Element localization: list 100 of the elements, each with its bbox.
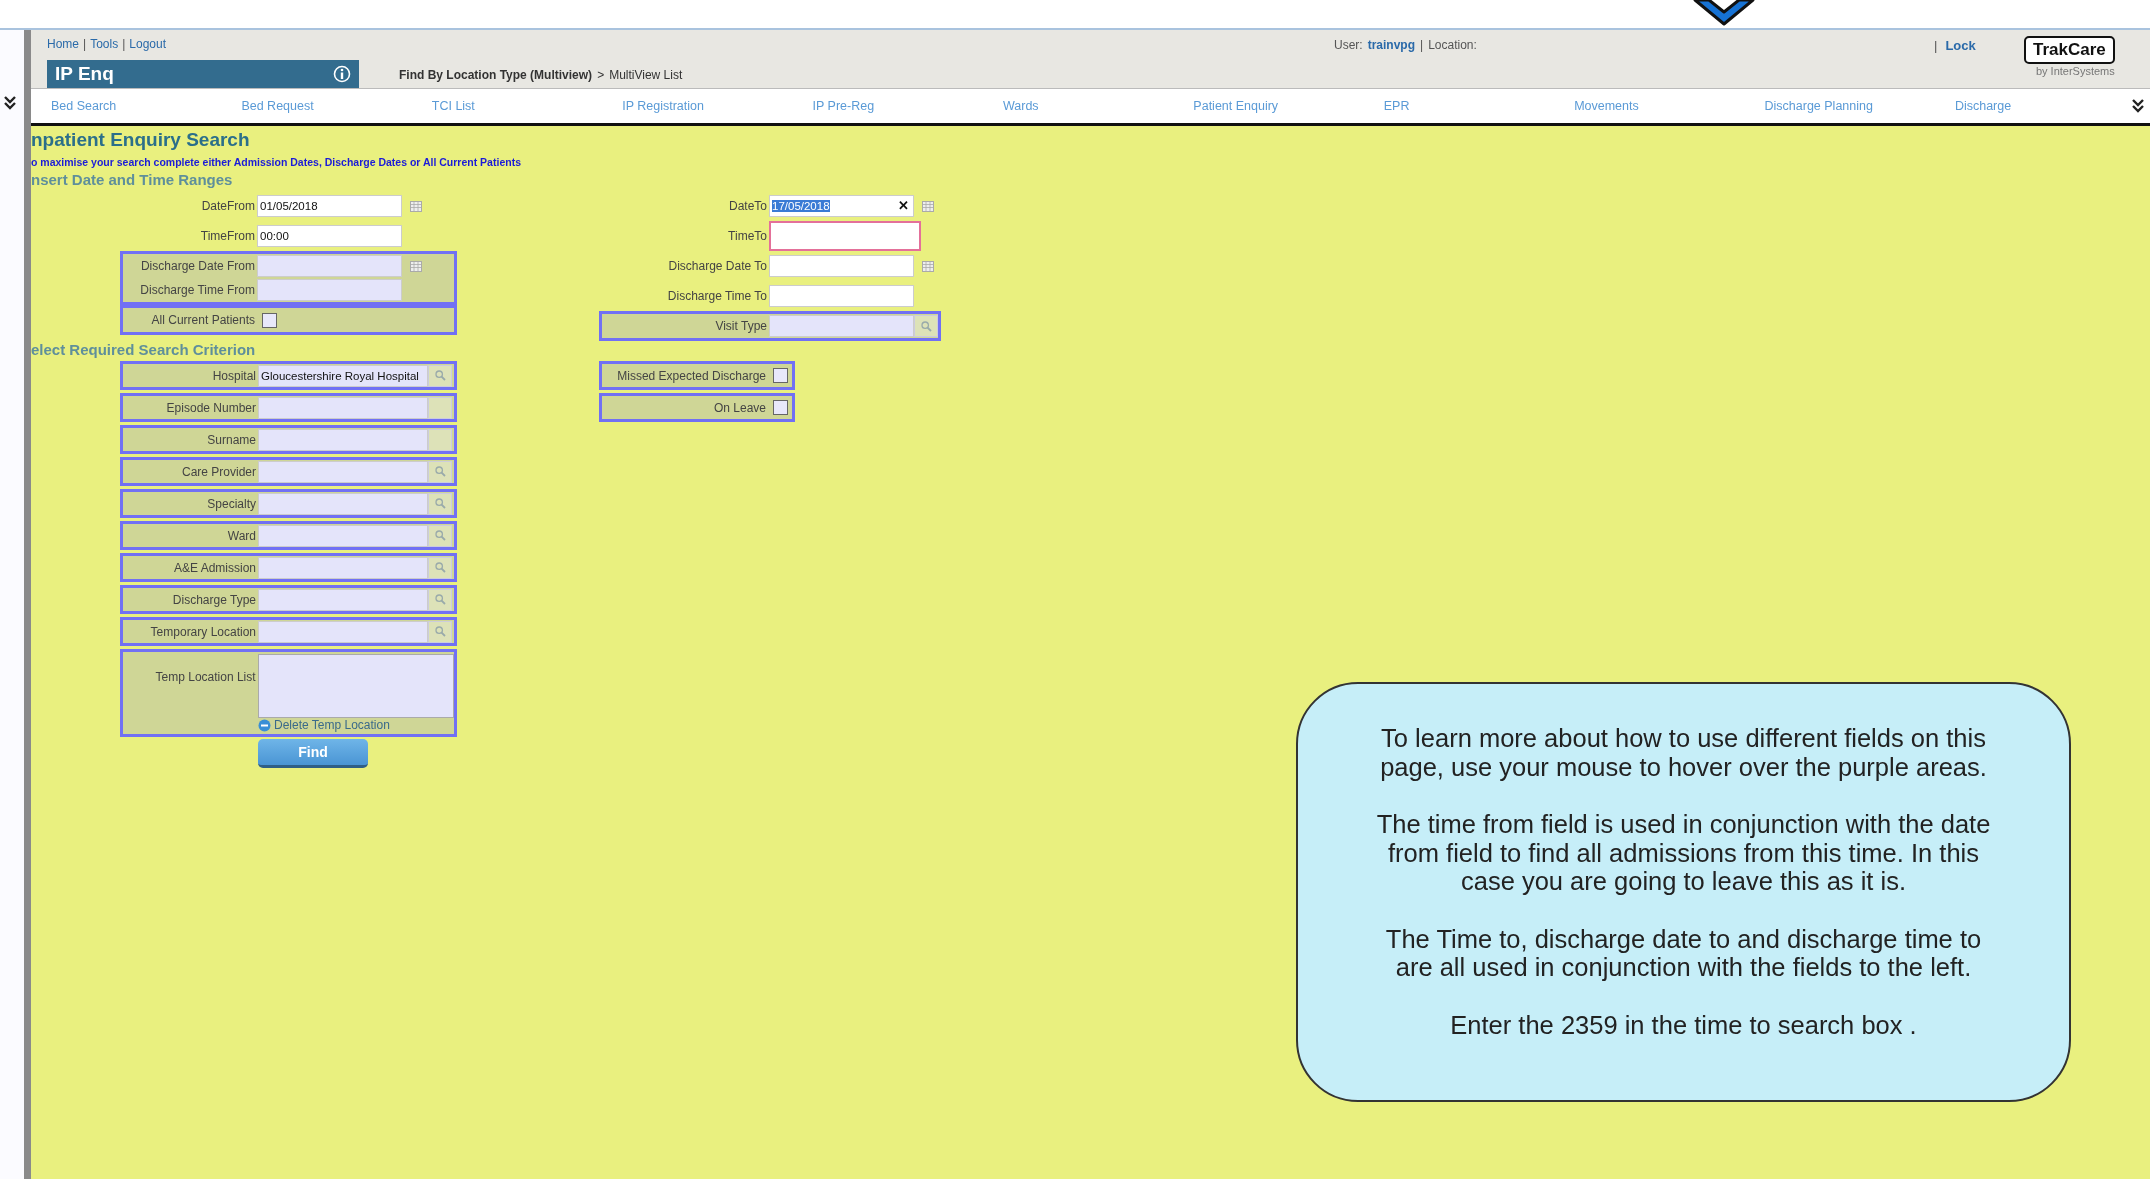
input-field[interactable] [258, 588, 428, 611]
checkbox[interactable] [262, 312, 277, 328]
calendar-icon[interactable] [410, 200, 422, 212]
clear-button[interactable]: ✕ [898, 198, 909, 213]
user-label: User: [1334, 38, 1363, 52]
input-field[interactable] [258, 556, 428, 579]
search-icon[interactable] [920, 320, 932, 332]
search-icon[interactable] [434, 530, 446, 541]
input-field[interactable] [257, 255, 402, 277]
section-heading: nsert Date and Time Ranges [31, 171, 234, 190]
lock-link[interactable]: Lock [1945, 38, 1976, 53]
search-icon[interactable] [434, 626, 446, 637]
list-field[interactable] [257, 654, 454, 718]
calendar-icon[interactable] [922, 260, 934, 272]
delete-link[interactable]: Delete Temp Location [258, 718, 454, 732]
input-field[interactable]: 00:00 [257, 225, 402, 247]
help-text: To learn more about how to use different fields on this page, use your mouse to hover over the purple areas. [1379, 724, 1988, 782]
info-separator: | [1420, 38, 1424, 52]
hover-area[interactable]: On Leave [599, 393, 795, 422]
input-field[interactable] [769, 285, 914, 307]
help-text: The time from field is used in conjunction with the date from field to find all admissions from this time. In this case you are going to leave this as it is. [1376, 810, 1991, 896]
input-field[interactable] [769, 315, 914, 337]
field-label: Discharge Time To [666, 289, 768, 303]
header-link[interactable]: Tools [90, 37, 119, 51]
calendar-icon[interactable] [922, 200, 934, 212]
hover-area[interactable]: Episode Number [120, 393, 457, 422]
hover-area[interactable]: Hospital Gloucestershire Royal Hospital [120, 361, 457, 390]
hover-area[interactable]: Temp Location List Delete Temp Location [120, 649, 457, 737]
input-field[interactable] [257, 279, 402, 301]
app-logo: TrakCare [2024, 36, 2115, 64]
field-label: TimeFrom [199, 229, 256, 243]
hover-area[interactable]: All Current Patients [120, 305, 457, 335]
pointer-arrow-icon [1693, 0, 1755, 26]
input-field[interactable] [258, 620, 428, 643]
field-label: Specialty [206, 496, 257, 511]
field-label: Discharge Type [171, 592, 257, 607]
hover-area[interactable]: Visit Type [599, 311, 941, 341]
breadcrumb-current: MultiView List [609, 68, 683, 82]
search-icon[interactable] [434, 562, 446, 573]
hover-area[interactable]: Temporary Location [120, 617, 457, 646]
link-separator: | [83, 37, 87, 51]
field-label: DateTo [727, 199, 768, 213]
input-field[interactable] [769, 221, 921, 251]
info-icon[interactable] [333, 65, 351, 83]
hover-area[interactable]: Missed Expected Discharge [599, 361, 795, 390]
input-field[interactable]: 01/05/2018 [257, 195, 402, 217]
field-label: Missed Expected Discharge [617, 368, 767, 383]
input-field[interactable] [258, 428, 428, 451]
field-label: Discharge Date From [139, 259, 256, 273]
input-addon [428, 428, 452, 451]
field-label: DateFrom [200, 199, 256, 213]
field-label: Visit Type [714, 319, 768, 333]
field-label: Temporary Location [149, 624, 257, 639]
logo-subtitle: by InterSystems [2035, 65, 2115, 77]
field-label: All Current Patients [150, 313, 256, 327]
help-text: Enter the 2359 in the time to search box . [1449, 1010, 1918, 1040]
search-icon[interactable] [434, 466, 446, 477]
calendar-icon[interactable] [410, 260, 422, 272]
search-icon[interactable] [434, 594, 446, 605]
page-title: npatient Enquiry Search [31, 129, 251, 152]
input-field[interactable] [769, 255, 914, 277]
module-title: IP Enq [55, 63, 114, 85]
location-label: Location: [1428, 38, 1477, 52]
field-label: Ward [226, 528, 257, 543]
field-label: Discharge Date To [667, 259, 768, 273]
hover-area[interactable]: A&E Admission [120, 553, 457, 582]
search-icon[interactable] [434, 370, 446, 381]
minus-circle-icon [258, 718, 271, 732]
input-addon [428, 396, 452, 419]
breadcrumb-link[interactable]: Find By Location Type (Multiview) [399, 68, 593, 82]
lock-separator: | [1934, 38, 1938, 53]
instruction-text: o maximise your search complete either Admission Dates, Discharge Dates or All Current Patients [31, 156, 522, 168]
hover-area[interactable]: Discharge Type [120, 585, 457, 614]
hover-area[interactable]: Care Provider [120, 457, 457, 486]
checkbox[interactable] [773, 400, 788, 415]
input-field[interactable]: 17/05/2018 ✕ [769, 195, 914, 217]
search-icon[interactable] [434, 498, 446, 509]
input-field[interactable] [258, 492, 428, 515]
breadcrumb-separator: > [597, 68, 605, 82]
header-link[interactable]: Logout [129, 37, 166, 51]
more-icon[interactable] [2132, 99, 2144, 113]
user-name: trainvpg [1367, 38, 1415, 52]
hover-area[interactable]: Ward [120, 521, 457, 550]
input-field[interactable] [258, 524, 428, 547]
hover-area[interactable]: Surname [120, 425, 457, 454]
hover-area[interactable]: Specialty [120, 489, 457, 518]
input-field[interactable]: Gloucestershire Royal Hospital [258, 364, 428, 387]
field-label: A&E Admission [172, 560, 257, 575]
field-label: Care Provider [180, 464, 257, 479]
input-field[interactable] [258, 460, 428, 483]
checkbox[interactable] [773, 368, 788, 383]
field-label: Discharge Time From [139, 283, 256, 297]
section-heading: elect Required Search Criterion [31, 341, 257, 360]
field-label: Hospital [211, 368, 257, 383]
field-label: Surname [206, 432, 257, 447]
header-link[interactable]: Home [47, 37, 79, 51]
input-field[interactable] [258, 396, 428, 419]
expand-icon[interactable] [4, 96, 16, 110]
field-label: Temp Location List [154, 669, 257, 684]
hover-area[interactable]: Discharge Date From Discharge Time From [120, 251, 457, 305]
